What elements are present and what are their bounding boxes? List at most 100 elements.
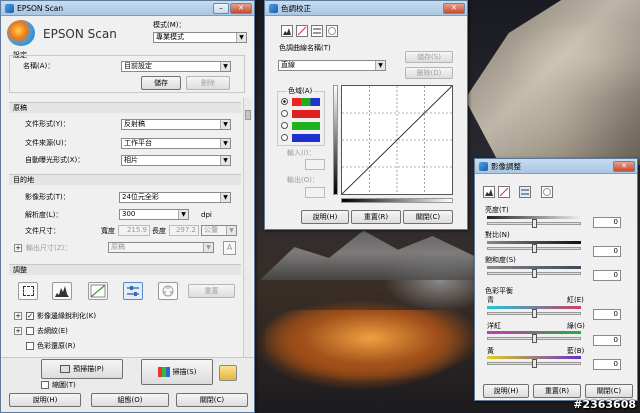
epson-close-button[interactable]: 關閉(C) [176, 393, 248, 407]
channel-rgb-radio[interactable] [281, 98, 288, 105]
color-restore-label: 色彩還原(R) [37, 342, 76, 350]
epson-config-button[interactable]: 組態(O) [91, 393, 169, 407]
tone-histogram-icon[interactable] [281, 25, 293, 37]
background-reflection [265, 310, 475, 380]
thumbnail-checkbox[interactable] [41, 381, 49, 389]
image-adjust-icon[interactable] [123, 282, 143, 300]
adjust-palette-icon[interactable] [541, 186, 553, 198]
adjust-close-button[interactable]: 關閉(C) [585, 384, 633, 398]
auto-exposure-select[interactable]: 相片 [121, 155, 231, 166]
descreen-checkbox[interactable] [26, 327, 34, 335]
unsharp-checkbox[interactable]: ✓ [26, 312, 34, 320]
curve-delete-button[interactable]: 刪除(D) [405, 67, 453, 79]
watermark: #2363608 [573, 398, 636, 411]
curve-name-select[interactable]: 直線 [278, 60, 386, 71]
adjust-curve-icon[interactable] [498, 186, 510, 198]
tone-palette-small-icon[interactable] [326, 25, 338, 37]
folder-icon[interactable] [219, 365, 237, 381]
close-window-button[interactable]: ✕ [230, 2, 252, 14]
image-type-label: 影像形式(T)： [25, 193, 70, 201]
epson-window-title: EPSON Scan [17, 3, 64, 13]
tone-close-window-button[interactable]: ✕ [443, 2, 465, 14]
cyan-red-thumb[interactable] [532, 309, 537, 318]
adjust-sliders-icon[interactable] [519, 186, 531, 198]
epson-help-button[interactable]: 說明(H) [9, 393, 81, 407]
input-value-field[interactable] [305, 159, 325, 170]
saturation-value-field[interactable]: 0 [593, 270, 621, 281]
doc-type-select[interactable]: 反射稿 [121, 119, 231, 130]
target-size-select[interactable]: 原稿 [108, 242, 214, 253]
mode-select[interactable]: 專業模式 [153, 32, 247, 43]
target-size-label: 輸出尺寸(Z)： [26, 244, 72, 252]
adjustments-reset-button[interactable]: 重置 [188, 284, 235, 298]
epson-app-icon [5, 3, 14, 13]
adjust-close-window-button[interactable]: ✕ [613, 160, 635, 172]
tone-close-button[interactable]: 關閉(C) [403, 210, 453, 224]
length-field[interactable]: 297.2 [169, 225, 199, 236]
adjust-window-title: 影像調整 [491, 161, 521, 171]
yellow-blue-thumb[interactable] [532, 359, 537, 368]
brightness-value-field[interactable]: 0 [593, 217, 621, 228]
unsharp-expand-icon[interactable]: + [14, 312, 22, 320]
resolution-select[interactable]: 300 [119, 209, 189, 220]
scan-button[interactable]: 掃描(S) [141, 359, 213, 385]
adjust-reset-button[interactable]: 重置(R) [533, 384, 581, 398]
color-restore-checkbox[interactable] [26, 342, 34, 350]
adjust-app-icon [479, 161, 488, 171]
background-rock [465, 0, 640, 165]
curve-save-button[interactable]: 儲存(S) [405, 51, 453, 63]
tone-adjust-small-icon[interactable] [311, 25, 323, 37]
descreen-label: 去網紋(E) [37, 327, 68, 335]
channel-red-radio[interactable] [281, 110, 288, 117]
histogram-icon[interactable] [52, 282, 72, 300]
settings-scrollbar[interactable] [243, 98, 252, 358]
tone-curve-graph[interactable] [341, 85, 453, 195]
cyan-red-value-field[interactable]: 0 [593, 309, 621, 320]
yellow-blue-value-field[interactable]: 0 [593, 359, 621, 370]
tone-curve-small-icon[interactable] [296, 25, 308, 37]
adjustments-section-header: 調整 [9, 264, 241, 275]
adjust-histogram-icon[interactable] [483, 186, 495, 198]
brightness-thumb[interactable] [532, 219, 537, 228]
tone-title-bar[interactable]: 色調校正 ✕ [265, 1, 467, 16]
blue-label: 藍(B) [567, 347, 585, 355]
tone-help-button[interactable]: 說明(H) [301, 210, 349, 224]
size-unit-select[interactable]: 公釐 [201, 225, 237, 236]
target-size-expand-icon[interactable]: + [14, 244, 22, 252]
doc-source-select[interactable]: 工作平台 [121, 138, 231, 149]
tone-reset-button[interactable]: 重置(R) [351, 210, 401, 224]
settings-save-button[interactable]: 儲存 [141, 76, 181, 90]
image-type-select[interactable]: 24位元全彩 [119, 192, 231, 203]
width-label: 寬度 [101, 227, 115, 235]
preview-button[interactable]: 預掃描(P) [41, 359, 123, 379]
minimize-button[interactable]: – [213, 2, 229, 14]
output-label: 輸出(O)： [287, 176, 319, 184]
mode-label: 模式(M)： [153, 21, 186, 29]
channel-blue-swatch [292, 134, 320, 142]
marquee-icon[interactable] [18, 282, 38, 300]
adjust-help-button[interactable]: 說明(H) [483, 384, 529, 398]
channel-blue-radio[interactable] [281, 134, 288, 141]
epson-scan-window: EPSON Scan – ✕ EPSON Scan 模式(M)： 專業模式 設定… [0, 0, 255, 413]
saturation-thumb[interactable] [532, 269, 537, 278]
adjust-title-bar[interactable]: 影像調整 ✕ [475, 159, 637, 174]
scan-icon [157, 367, 170, 377]
descreen-expand-icon[interactable]: + [14, 327, 22, 335]
channel-green-radio[interactable] [281, 122, 288, 129]
resolution-unit: dpi [201, 211, 212, 219]
tone-curve-icon[interactable] [88, 282, 108, 300]
scroll-thumb[interactable] [245, 110, 251, 120]
epson-title-bar[interactable]: EPSON Scan – ✕ [1, 1, 254, 16]
target-size-lock-icon[interactable]: A [223, 241, 236, 255]
magenta-green-thumb[interactable] [532, 334, 537, 343]
contrast-thumb[interactable] [532, 244, 537, 253]
setting-name-select[interactable]: 目前設定 [121, 61, 231, 72]
width-field[interactable]: 215.9 [118, 225, 150, 236]
output-value-field[interactable] [305, 187, 325, 198]
magenta-green-value-field[interactable]: 0 [593, 335, 621, 346]
contrast-value-field[interactable]: 0 [593, 246, 621, 257]
preview-icon [60, 365, 71, 373]
settings-delete-button[interactable]: 刪除 [186, 76, 230, 90]
color-palette-icon[interactable] [158, 282, 178, 300]
preview-button-label: 預掃描(P) [73, 365, 104, 373]
